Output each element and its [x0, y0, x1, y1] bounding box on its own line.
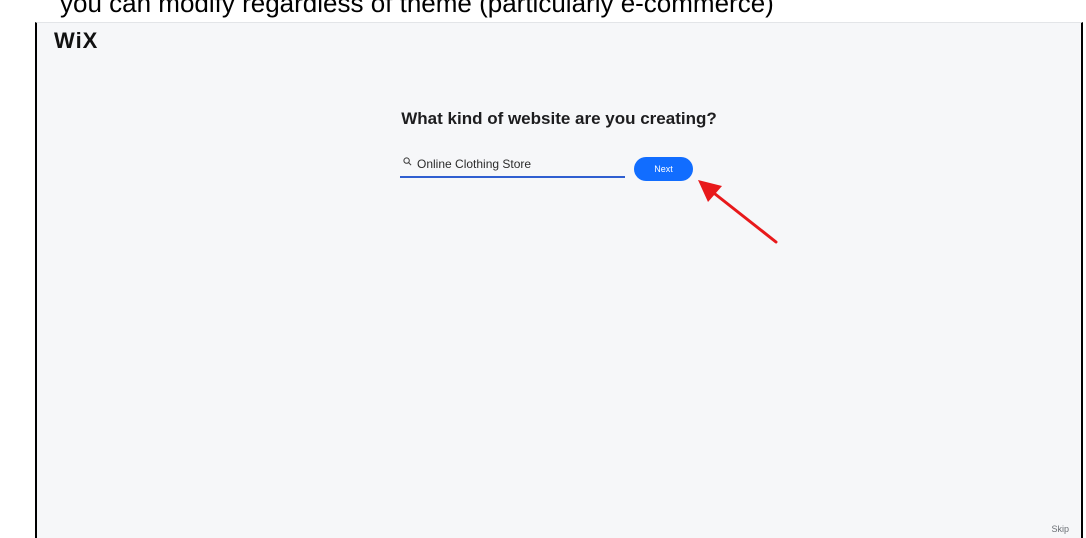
- instruction-banner: you can modify regardless of theme (part…: [0, 0, 1086, 22]
- page-title: What kind of website are you creating?: [401, 109, 717, 128]
- wix-logo: WiX: [54, 28, 99, 53]
- banner-text: you can modify regardless of theme (part…: [60, 0, 774, 18]
- wix-onboarding-page: WiX What kind of website are you creatin…: [35, 22, 1083, 538]
- red-arrow-icon: [698, 180, 778, 244]
- search-icon: [403, 157, 412, 166]
- skip-link[interactable]: Skip: [1051, 524, 1069, 534]
- site-type-search-input[interactable]: [417, 154, 617, 174]
- next-button[interactable]: Next: [634, 157, 693, 181]
- site-type-search-field: [400, 154, 625, 178]
